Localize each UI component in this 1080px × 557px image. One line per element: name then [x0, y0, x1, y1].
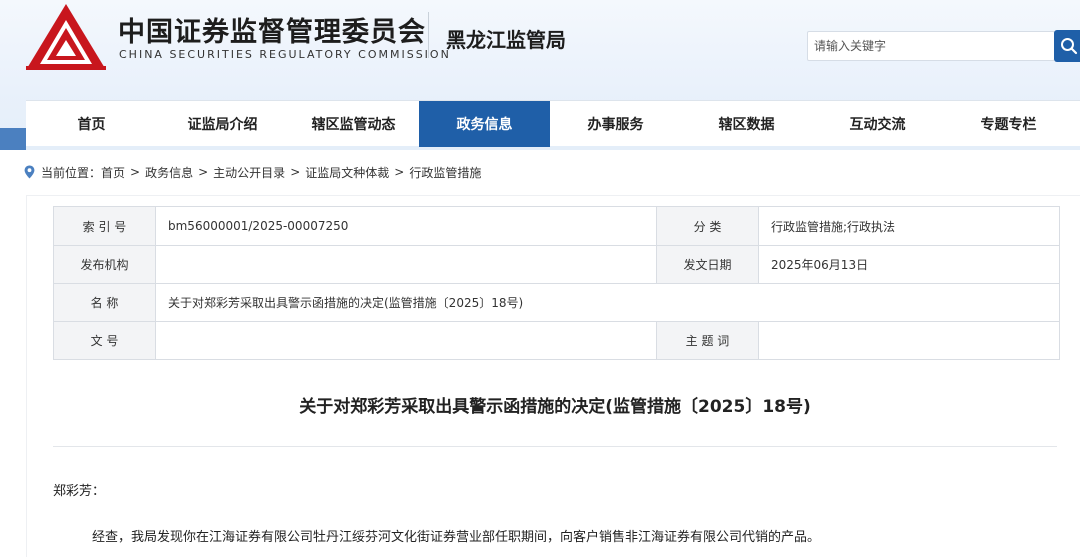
table-row: 索 引 号 bm56000001/2025-00007250 分 类 行政监管措… [53, 206, 1060, 246]
table-row: 名 称 关于对郑彩芳采取出具警示函措施的决定(监管措施〔2025〕18号) [53, 283, 1060, 322]
table-row: 文 号 主 题 词 [53, 321, 1060, 360]
date-value: 2025年06月13日 [758, 245, 1060, 284]
breadcrumb-item-government-info[interactable]: 政务信息 [145, 164, 193, 181]
nav-item-regulatory-news[interactable]: 辖区监管动态 [288, 101, 419, 147]
bureau-name[interactable]: 黑龙江监管局 [446, 24, 566, 53]
table-row: 发布机构 发文日期 2025年06月13日 [53, 245, 1060, 284]
breadcrumb-item-public-catalog[interactable]: 主动公开目录 [213, 164, 285, 181]
document-addressee: 郑彩芳： [53, 484, 106, 499]
breadcrumb-item-admin-measures[interactable]: 行政监管措施 [409, 164, 481, 181]
nav-item-interaction[interactable]: 互动交流 [812, 101, 943, 147]
csrc-logo-icon[interactable] [24, 2, 108, 72]
document-paragraph: 经查，我局发现你在江海证券有限公司牡丹江绥芬河文化街证券营业部任职期间，向客户销… [92, 530, 821, 545]
breadcrumb: 当前位置： 首页 > 政务信息 > 主动公开目录 > 证监局文种体裁 > 行政监… [24, 162, 481, 182]
docno-label: 文 号 [53, 321, 156, 360]
nav-item-home[interactable]: 首页 [26, 101, 157, 147]
breadcrumb-separator: > [394, 165, 405, 179]
breadcrumb-item-home[interactable]: 首页 [101, 164, 125, 181]
date-label: 发文日期 [656, 245, 759, 284]
name-value: 关于对郑彩芳采取出具警示函措施的决定(监管措施〔2025〕18号) [155, 283, 1060, 322]
breadcrumb-separator: > [198, 165, 209, 179]
title-divider [53, 446, 1057, 447]
nav-item-government-info[interactable]: 政务信息 [419, 101, 550, 147]
index-value: bm56000001/2025-00007250 [155, 206, 657, 246]
location-pin-icon [24, 165, 35, 179]
keywords-label: 主 题 词 [656, 321, 759, 360]
breadcrumb-separator: > [130, 165, 141, 179]
category-label: 分 类 [656, 206, 759, 246]
main-nav: 首页 证监局介绍 辖区监管动态 政务信息 办事服务 辖区数据 互动交流 专题专栏 [26, 100, 1080, 147]
issuer-value [155, 245, 657, 284]
breadcrumb-separator: > [290, 165, 301, 179]
document-title: 关于对郑彩芳采取出具警示函措施的决定(监管措施〔2025〕18号) [299, 397, 811, 417]
index-label: 索 引 号 [53, 206, 156, 246]
nav-item-special-topics[interactable]: 专题专栏 [943, 101, 1074, 147]
issuer-label: 发布机构 [53, 245, 156, 284]
document-meta-table: 索 引 号 bm56000001/2025-00007250 分 类 行政监管措… [53, 206, 1060, 360]
nav-item-regional-data[interactable]: 辖区数据 [681, 101, 812, 147]
name-label: 名 称 [53, 283, 156, 322]
search-box [807, 31, 1055, 61]
org-name-en: CHINA SECURITIES REGULATORY COMMISSION [119, 48, 451, 61]
breadcrumb-prefix: 当前位置： [41, 165, 102, 180]
keywords-value [758, 321, 1060, 360]
breadcrumb-item-doc-types[interactable]: 证监局文种体裁 [305, 164, 389, 181]
category-value: 行政监管措施;行政执法 [758, 206, 1060, 246]
org-name-cn[interactable]: 中国证券监督管理委员会 [118, 10, 426, 49]
nav-item-services[interactable]: 办事服务 [550, 101, 681, 147]
search-button[interactable] [1054, 30, 1080, 62]
left-accent-bar [0, 128, 26, 150]
nav-item-about[interactable]: 证监局介绍 [157, 101, 288, 147]
search-icon [1061, 38, 1078, 55]
search-input[interactable] [808, 32, 1054, 60]
docno-value [155, 321, 657, 360]
header-divider [428, 12, 429, 58]
